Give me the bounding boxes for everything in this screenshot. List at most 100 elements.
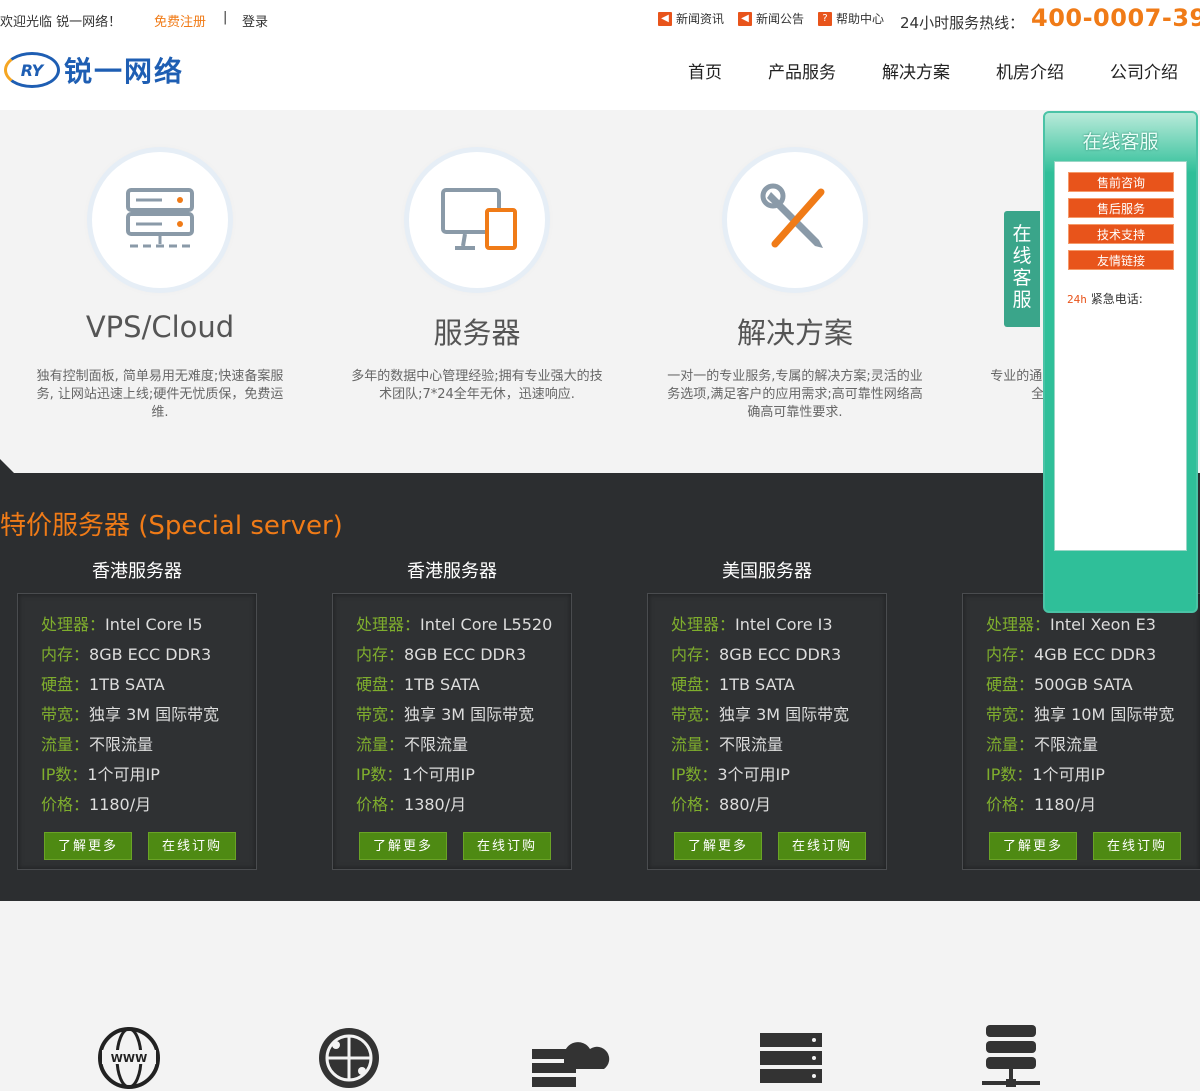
order-online-button[interactable]: 在线订购 [463,832,551,860]
ram-label: 内存： [986,645,1035,664]
bandwidth-label: 带宽： [41,705,90,724]
news-link-label: 新闻资讯 [676,12,725,26]
bandwidth-value: 独享 3M 国际带宽 [404,705,535,724]
hotline-number: 400-0007-396 [1031,4,1200,32]
bandwidth-label: 带宽： [671,705,720,724]
bandwidth-label: 带宽： [356,705,405,724]
emergency-phone: 24h 紧急电话: [1067,290,1143,307]
logo-mark: RY [4,52,60,88]
order-online-button[interactable]: 在线订购 [778,832,866,860]
cpu-label: 处理器： [671,615,736,634]
bandwidth-label: 带宽： [986,705,1035,724]
traffic-label: 流量： [41,735,90,754]
network-globe-icon [316,1025,382,1091]
bandwidth-value: 独享 3M 国际带宽 [719,705,850,724]
nav-products[interactable]: 产品服务 [768,58,836,83]
login-link[interactable]: 登录 [242,11,268,30]
bandwidth-value: 独享 3M 国际带宽 [89,705,220,724]
ram-label: 内存： [671,645,720,664]
order-online-button[interactable]: 在线订购 [1093,832,1181,860]
price-label: 价格： [986,795,1035,814]
help-icon: ? [818,11,833,26]
traffic-value: 不限流量 [89,735,154,754]
online-service-tab[interactable]: 在线客服 [1004,211,1040,327]
price-value: 880/月 [719,795,771,814]
ip-label: IP数： [41,765,88,784]
cpu-value: Intel Xeon E3 [1050,615,1156,634]
learn-more-button[interactable]: 了解更多 [359,832,447,860]
header: RY 锐一网络 首页 产品服务 解决方案 机房介绍 公司介绍 [0,36,1200,110]
special-heading: 特价服务器 (Special server) [0,511,343,541]
server-card: 处理器：Intel Core I5 内存：8GB ECC DDR3 硬盘：1TB… [17,593,257,870]
announcement-link[interactable]: ◀ 新闻公告 [738,10,804,27]
card-title: 美国服务器 [722,561,812,582]
server-stack-icon [758,1025,824,1091]
price-value: 1180/月 [1034,795,1097,814]
hotline-label: 24小时服务热线： [900,14,1025,32]
logo[interactable]: RY 锐一网络 [4,50,184,90]
speaker-icon: ◀ [738,11,753,26]
aftersales-button[interactable]: 售后服务 [1068,198,1174,218]
order-online-button[interactable]: 在线订购 [148,832,236,860]
nav-datacenter[interactable]: 机房介绍 [996,58,1064,83]
network-server-icon [978,1025,1044,1091]
disk-label: 硬盘： [671,675,720,694]
ram-value: 8GB ECC DDR3 [89,645,212,664]
www-globe-icon: WWW [96,1025,162,1091]
cpu-value: Intel Core I3 [735,615,833,634]
price-label: 价格： [41,795,90,814]
help-link-label: 帮助中心 [836,12,885,26]
feature-vps-title: VPS/Cloud [85,310,235,344]
tech-support-button[interactable]: 技术支持 [1068,224,1174,244]
feature-server-desc: 多年的数据中心管理经验;拥有专业强大的技术团队;7*24全年无休，迅速响应. [351,369,603,402]
traffic-value: 不限流量 [1034,735,1099,754]
cpu-value: Intel Core I5 [105,615,203,634]
price-value: 1180/月 [89,795,152,814]
speaker-icon: ◀ [658,11,672,26]
ip-value: 1个可用IP [1032,765,1105,784]
welcome-text: 欢迎光临 锐一网络！ [0,15,122,30]
disk-value: 1TB SATA [719,675,795,694]
feature-vps-desc: 独有控制面板, 简单易用无难度;快速备案服务, 让网站迅速上线;硬件无忧质保，免… [36,369,284,420]
traffic-value: 不限流量 [719,735,784,754]
phone-label: 紧急电话: [1090,292,1143,306]
ip-value: 3个可用IP [717,765,790,784]
card-title: 香港服务器 [92,561,182,582]
server-card: 处理器：Intel Core I3 内存：8GB ECC DDR3 硬盘：1TB… [647,593,887,870]
friend-links-button[interactable]: 友情链接 [1068,250,1174,270]
main-nav: 首页 产品服务 解决方案 机房介绍 公司介绍 [642,58,1178,83]
server-rack-icon [92,152,228,288]
announcement-link-label: 新闻公告 [756,12,805,26]
ip-label: IP数： [671,765,718,784]
svg-text:WWW: WWW [111,1052,147,1065]
nav-about[interactable]: 公司介绍 [1110,58,1178,83]
special-server-section: 特价服务器 (Special server) ‹ › 香港服务器 处理器：Int… [0,459,1200,901]
traffic-label: 流量： [671,735,720,754]
cpu-value: Intel Core L5520 [420,615,553,634]
learn-more-button[interactable]: 了解更多 [674,832,762,860]
price-value: 1380/月 [404,795,467,814]
feature-server-title: 服务器 [433,316,521,350]
ram-label: 内存： [41,645,90,664]
traffic-label: 流量： [986,735,1035,754]
help-link[interactable]: ? 帮助中心 [818,10,884,27]
cpu-label: 处理器： [986,615,1051,634]
top-links: ◀ 新闻资讯 ◀ 新闻公告 ? 帮助中心 [658,10,884,27]
feature-solutions-desc: 一对一的专业服务,专属的解决方案;灵活的业务选项,满足客户的应用需求;高可靠性网… [667,369,923,420]
phone-prefix: 24h [1067,293,1087,306]
ram-value: 8GB ECC DDR3 [719,645,842,664]
cpu-label: 处理器： [356,615,421,634]
nav-solutions[interactable]: 解决方案 [882,58,950,83]
ram-value: 4GB ECC DDR3 [1034,645,1157,664]
learn-more-button[interactable]: 了解更多 [44,832,132,860]
cpu-label: 处理器： [41,615,106,634]
news-link[interactable]: ◀ 新闻资讯 [658,10,724,27]
card-title: 香港服务器 [407,561,497,582]
bottom-section: WWW [0,901,1200,1091]
presales-button[interactable]: 售前咨询 [1068,172,1174,192]
register-link[interactable]: 免费注册 [154,11,206,30]
nav-home[interactable]: 首页 [688,58,722,83]
price-label: 价格： [356,795,405,814]
learn-more-button[interactable]: 了解更多 [989,832,1077,860]
online-service-body: 售前咨询 售后服务 技术支持 友情链接 24h 紧急电话: [1054,161,1187,551]
